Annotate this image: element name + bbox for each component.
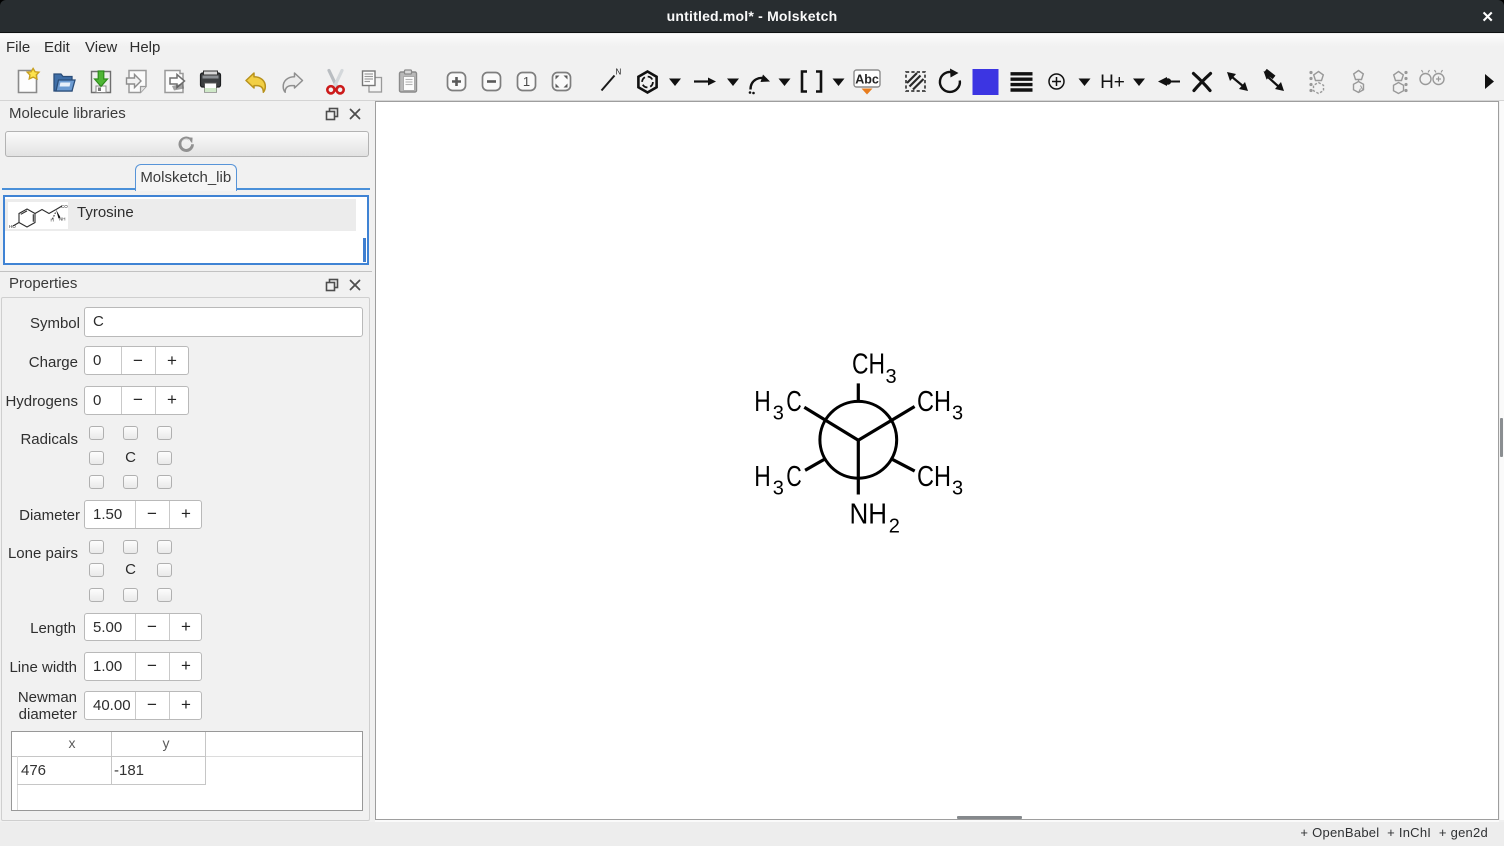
svg-text:N: N <box>616 68 622 77</box>
svg-text:3: 3 <box>773 478 784 500</box>
svg-text:2: 2 <box>889 516 900 538</box>
svg-text:3: 3 <box>952 403 963 425</box>
svg-text:CH: CH <box>852 349 885 381</box>
svg-text:CO: CO <box>61 204 68 209</box>
svg-text:H+: H+ <box>1100 72 1125 93</box>
svg-text:CH: CH <box>917 386 951 418</box>
svg-text:HO: HO <box>9 224 16 229</box>
svg-text:C: C <box>786 461 802 493</box>
svg-text:3: 3 <box>773 403 784 425</box>
svg-text:H: H <box>754 386 771 418</box>
svg-text:NH: NH <box>59 216 66 221</box>
svg-text:1: 1 <box>523 74 530 89</box>
svg-text:3: 3 <box>952 478 963 500</box>
svg-text:C: C <box>786 386 802 418</box>
svg-text:3: 3 <box>886 366 897 388</box>
svg-text:H: H <box>754 461 771 493</box>
svg-text:NH: NH <box>850 498 888 530</box>
svg-text:CH: CH <box>917 461 951 493</box>
svg-text:Abc: Abc <box>855 73 879 87</box>
svg-text:H: H <box>51 217 54 222</box>
